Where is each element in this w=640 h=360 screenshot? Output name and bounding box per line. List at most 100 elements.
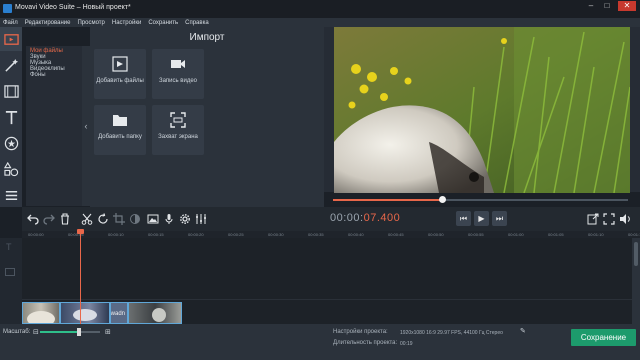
left-toolbar xyxy=(0,27,22,207)
save-button[interactable]: Сохранение xyxy=(571,329,636,346)
minimize-button[interactable]: – xyxy=(584,1,598,11)
color-adjust-button[interactable] xyxy=(128,212,142,226)
menu-bar: Файл Редактирование Просмотр Настройки С… xyxy=(0,18,640,27)
insert-image-button[interactable] xyxy=(146,212,160,226)
magic-wand-icon xyxy=(4,58,18,72)
ruler-tick-label: 00:00:20 xyxy=(188,232,204,237)
redo-icon xyxy=(43,214,55,225)
timeline-ruler[interactable]: 00:00:00 00:00:05 00:00:10 00:00:15 00:00:20… xyxy=(22,231,640,238)
ruler-tick-label: 00:01:05 xyxy=(548,232,564,237)
filters-tool-button[interactable] xyxy=(0,53,22,77)
record-video-button[interactable]: Запись видео xyxy=(152,49,204,99)
folder-icon xyxy=(113,115,127,126)
collapse-panel-button[interactable]: ‹ xyxy=(82,46,90,206)
previous-frame-button[interactable]: ⏮ xyxy=(456,211,471,226)
star-badge-icon xyxy=(4,136,18,150)
screen-capture-label: Захват экрана xyxy=(158,134,198,140)
play-button[interactable]: ▶ xyxy=(474,211,489,226)
ruler-tick-label: 00:00:00 xyxy=(28,232,44,237)
ruler-tick-label: 00:00:25 xyxy=(228,232,244,237)
close-button[interactable]: ✕ xyxy=(618,1,636,11)
microphone-icon xyxy=(165,214,173,224)
menu-view[interactable]: Просмотр xyxy=(77,20,104,26)
scissors-icon xyxy=(81,213,93,225)
import-tool-button[interactable] xyxy=(0,27,22,51)
ruler-tick-label: 00:01:00 xyxy=(508,232,524,237)
menu-edit[interactable]: Редактирование xyxy=(25,20,71,26)
equalizer-button[interactable] xyxy=(194,212,208,226)
add-files-label: Добавить файлы xyxy=(96,78,144,84)
video-clip[interactable]: wadn xyxy=(110,302,128,324)
video-preview[interactable] xyxy=(334,27,630,193)
record-audio-button[interactable] xyxy=(162,212,176,226)
ruler-tick-label: 00:00:55 xyxy=(468,232,484,237)
category-backgrounds[interactable]: Фоны xyxy=(30,72,78,78)
scroll-thumb[interactable] xyxy=(634,242,638,266)
preview-panel xyxy=(324,27,640,193)
next-frame-button[interactable]: ⏭ xyxy=(492,211,507,226)
app-logo-icon xyxy=(3,4,12,13)
title-bar: Movavi Video Suite – Новый проект* – □ ✕ xyxy=(0,0,640,18)
speaker-icon xyxy=(620,214,630,224)
transitions-tool-button[interactable] xyxy=(0,79,22,103)
zoom-in-icon[interactable]: ⊞ xyxy=(105,328,111,336)
zoom-out-icon[interactable]: ⊟ xyxy=(33,328,39,336)
add-files-button[interactable]: Добавить файлы xyxy=(94,49,146,99)
crop-button[interactable] xyxy=(112,212,126,226)
maximize-button[interactable]: □ xyxy=(600,1,614,11)
video-camera-icon xyxy=(171,60,185,68)
more-tools-button[interactable] xyxy=(0,183,22,207)
add-folder-button[interactable]: Добавить папку xyxy=(94,105,146,155)
ruler-tick-label: 00:00:40 xyxy=(348,232,364,237)
menu-settings[interactable]: Настройки xyxy=(112,20,141,26)
menu-help[interactable]: Справка xyxy=(185,20,209,26)
delete-button[interactable] xyxy=(58,212,72,226)
seek-handle[interactable] xyxy=(439,196,447,203)
project-duration-value: 00:19 xyxy=(400,341,413,347)
seek-bar[interactable] xyxy=(333,196,628,203)
add-folder-label: Добавить папку xyxy=(98,134,142,140)
playhead-handle[interactable] xyxy=(77,229,84,234)
shapes-tool-button[interactable] xyxy=(0,157,22,181)
playhead[interactable] xyxy=(80,229,81,324)
add-files-icon xyxy=(112,56,128,72)
cut-button[interactable] xyxy=(80,212,94,226)
external-window-icon xyxy=(587,213,599,225)
menu-save[interactable]: Сохранить xyxy=(148,20,178,26)
clip-thumbnail xyxy=(27,311,55,323)
detach-player-button[interactable] xyxy=(586,212,600,226)
screen-capture-button[interactable]: Захват экрана xyxy=(152,105,204,155)
edit-settings-icon[interactable]: ✎ xyxy=(520,327,526,335)
redo-button[interactable] xyxy=(42,212,56,226)
video-clip[interactable] xyxy=(128,302,182,324)
text-t-icon xyxy=(5,110,17,124)
window-title: Movavi Video Suite – Новый проект* xyxy=(15,4,131,11)
ruler-tick-label: 00:00:10 xyxy=(108,232,124,237)
ruler-tick-label: 00:01:10 xyxy=(588,232,604,237)
clip-properties-button[interactable] xyxy=(178,212,192,226)
stickers-tool-button[interactable] xyxy=(0,131,22,155)
fullscreen-icon xyxy=(603,213,615,225)
edit-toolbar: 00:00:07.400 ⏮ ▶ ⏭ xyxy=(22,207,640,231)
video-frame-image xyxy=(334,27,630,193)
zoom-slider[interactable] xyxy=(40,328,100,336)
volume-button[interactable] xyxy=(618,212,632,226)
undo-button[interactable] xyxy=(26,212,40,226)
timeline-scrollbar[interactable] xyxy=(632,238,640,324)
fullscreen-button[interactable] xyxy=(602,212,616,226)
clip-thumbnail xyxy=(73,309,97,321)
project-settings-label: Настройки проекта: xyxy=(333,329,388,335)
zoom-slider-fill xyxy=(40,331,79,333)
video-clip[interactable] xyxy=(60,302,110,324)
titles-tool-button[interactable] xyxy=(0,105,22,129)
zoom-slider-handle[interactable] xyxy=(77,328,81,336)
rotate-button[interactable] xyxy=(96,212,110,226)
track-headers: T xyxy=(0,238,22,324)
trash-icon xyxy=(61,213,69,225)
crop-icon xyxy=(113,213,125,225)
equalizer-icon xyxy=(196,214,206,224)
film-strip-icon xyxy=(3,84,19,98)
video-clip[interactable] xyxy=(22,302,60,324)
text-track-icon: T xyxy=(6,242,12,252)
menu-file[interactable]: Файл xyxy=(3,20,18,26)
